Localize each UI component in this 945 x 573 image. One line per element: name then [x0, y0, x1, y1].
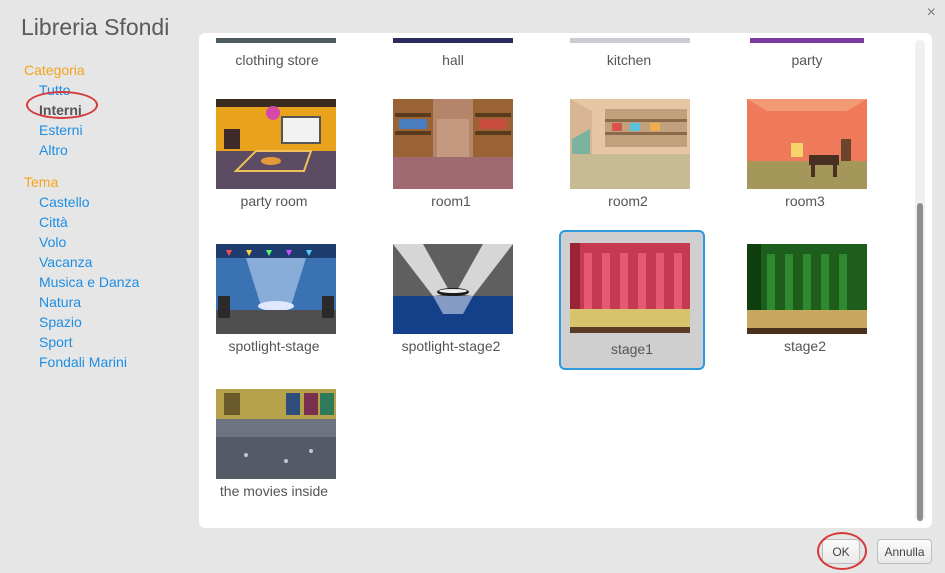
library-panel: clothing store hall kitchen party party … [199, 33, 932, 528]
backdrop-thumb-room2 [570, 99, 690, 189]
category-item-esterni[interactable]: Esterni [24, 120, 194, 140]
backdrop-label: stage2 [783, 338, 827, 354]
close-icon[interactable]: × [927, 4, 936, 22]
sidebar: Categoria Tutto Interni Esterni Altro Te… [24, 60, 194, 372]
theme-item-vacanza[interactable]: Vacanza [24, 252, 194, 272]
backdrop-label: room1 [431, 193, 471, 209]
category-item-tutto[interactable]: Tutto [24, 80, 194, 100]
backdrop-card-party[interactable]: party [734, 33, 880, 73]
backdrop-card-spotlight-stage[interactable]: spotlight-stage [201, 234, 347, 374]
backdrop-thumb-spotlight-stage2 [393, 244, 513, 334]
backdrop-card-the-movies-inside[interactable]: the movies inside [201, 379, 347, 519]
backdrop-thumb-hall [393, 38, 513, 43]
backdrop-label: room2 [608, 193, 648, 209]
backdrop-thumb-party-room [216, 99, 336, 189]
ok-button[interactable]: OK [822, 539, 860, 564]
backdrop-card-hall[interactable]: hall [380, 33, 526, 73]
backdrop-label: spotlight-stage [228, 338, 320, 354]
backdrop-card-room3[interactable]: room3 [732, 89, 878, 229]
backdrop-label: party room [240, 193, 308, 209]
backdrop-card-room2[interactable]: room2 [555, 89, 701, 229]
backdrop-thumb-party [750, 38, 864, 43]
backdrop-label: hall [442, 52, 464, 68]
theme-heading: Tema [24, 174, 59, 190]
backdrop-library-dialog: Libreria Sfondi × Categoria Tutto Intern… [0, 0, 945, 573]
backdrop-thumb-stage1 [570, 243, 690, 333]
backdrop-thumb-room1 [393, 99, 513, 189]
selected-category-wrap: Interni [26, 91, 98, 120]
theme-item-fondali-marini[interactable]: Fondali Marini [24, 352, 194, 372]
backdrop-label: the movies inside [219, 483, 329, 499]
backdrop-thumb-the-movies-inside [216, 389, 336, 479]
theme-item-castello[interactable]: Castello [24, 192, 194, 212]
category-item-altro[interactable]: Altro [24, 140, 194, 160]
backdrop-thumb-kitchen [570, 38, 690, 43]
backdrop-grid: clothing store hall kitchen party party … [199, 33, 909, 528]
backdrop-thumb-room3 [747, 99, 867, 189]
backdrop-card-stage1[interactable]: stage1 [559, 230, 705, 370]
backdrop-label: stage1 [610, 341, 654, 357]
backdrop-label: spotlight-stage2 [401, 338, 501, 354]
theme-item-volo[interactable]: Volo [24, 232, 194, 252]
dialog-title: Libreria Sfondi [21, 14, 170, 40]
backdrop-thumb-spotlight-stage [216, 244, 336, 334]
backdrop-card-party-room[interactable]: party room [201, 89, 347, 229]
category-heading: Categoria [24, 62, 85, 78]
backdrop-thumb-stage2 [747, 244, 867, 334]
theme-item-spazio[interactable]: Spazio [24, 312, 194, 332]
cancel-button[interactable]: Annulla [877, 539, 932, 564]
category-label-interni: Interni [39, 102, 82, 118]
backdrop-card-stage2[interactable]: stage2 [732, 234, 878, 374]
category-item-interni[interactable]: Interni [24, 91, 194, 120]
backdrop-label: party [791, 52, 823, 68]
backdrop-label: clothing store [235, 52, 319, 68]
backdrop-thumb-clothing-store [216, 38, 336, 43]
theme-item-citta[interactable]: Città [24, 212, 194, 232]
theme-item-musica-e-danza[interactable]: Musica e Danza [24, 272, 194, 292]
backdrop-card-spotlight-stage2[interactable]: spotlight-stage2 [378, 234, 524, 374]
scrollbar-thumb[interactable] [917, 203, 923, 521]
backdrop-card-clothing-store[interactable]: clothing store [204, 33, 350, 73]
backdrop-label: room3 [785, 193, 825, 209]
backdrop-label: kitchen [606, 52, 652, 68]
theme-item-sport[interactable]: Sport [24, 332, 194, 352]
backdrop-card-room1[interactable]: room1 [378, 89, 524, 229]
theme-item-natura[interactable]: Natura [24, 292, 194, 312]
backdrop-card-kitchen[interactable]: kitchen [556, 33, 702, 73]
